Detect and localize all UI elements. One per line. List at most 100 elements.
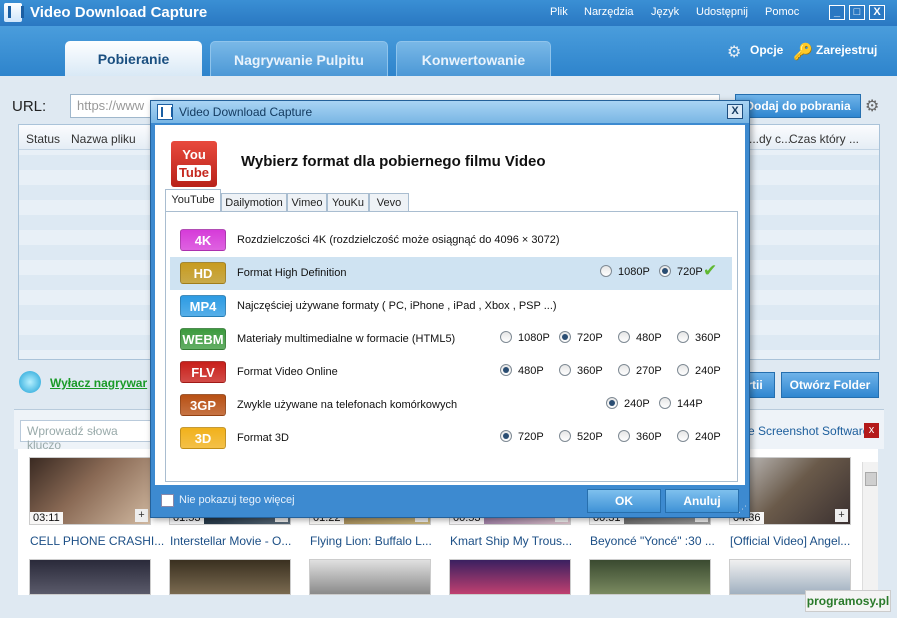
resolution-option[interactable]: 720P	[659, 265, 703, 278]
close-button[interactable]: X	[869, 5, 885, 20]
resolution-option[interactable]: 1080P	[600, 265, 650, 278]
scroll-thumb[interactable]	[865, 472, 877, 486]
resolution-option[interactable]: 1080P	[500, 331, 550, 344]
video-thumbnail[interactable]	[309, 559, 431, 595]
cancel-button[interactable]: Anuluj	[665, 489, 739, 513]
tab-dailymotion[interactable]: Dailymotion	[221, 193, 287, 212]
tab-convert[interactable]: Konwertowanie	[396, 41, 551, 76]
format-badge[interactable]: FLV	[180, 361, 226, 383]
video-title[interactable]: CELL PHONE CRASHI...	[30, 534, 164, 548]
tab-vimeo[interactable]: Vimeo	[287, 193, 327, 212]
format-row-webm[interactable]: WEBM Materiały multimedialne w formacie (…	[170, 323, 732, 356]
radio-icon[interactable]	[559, 430, 571, 442]
tab-vevo[interactable]: Vevo	[369, 193, 409, 212]
video-scrollbar[interactable]	[862, 462, 878, 592]
resize-grip-icon[interactable]: ⋰	[738, 504, 747, 515]
format-row-3gp[interactable]: 3GP Zwykle używane na telefonach komórkow…	[170, 389, 732, 422]
settings-icon[interactable]: ⚙	[865, 96, 879, 116]
radio-icon[interactable]	[618, 364, 630, 376]
format-row-3d[interactable]: 3D Format 3D 720P 520P 360P 240P	[170, 422, 732, 455]
menu-language[interactable]: Język	[651, 6, 679, 18]
tab-screen-recording[interactable]: Nagrywanie Pulpitu	[210, 41, 388, 76]
recorder-icon[interactable]	[19, 371, 41, 393]
resolution-option[interactable]: 720P	[559, 331, 603, 344]
tab-youtube[interactable]: YouTube	[165, 189, 221, 213]
open-folder-button[interactable]: Otwórz Folder	[781, 372, 879, 398]
maximize-button[interactable]: □	[849, 5, 865, 20]
radio-icon[interactable]	[606, 397, 618, 409]
dont-show-checkbox[interactable]	[161, 494, 174, 507]
dont-show-label[interactable]: Nie pokazuj tego więcej	[179, 494, 295, 506]
column-duration[interactable]: ...dy c...	[749, 132, 791, 146]
screenshot-software-link[interactable]: e Screenshot Software	[748, 424, 869, 438]
add-icon[interactable]: +	[135, 509, 148, 522]
column-time[interactable]: Czas który ...	[789, 132, 859, 146]
resolution-option[interactable]: 480P	[618, 331, 662, 344]
format-badge[interactable]: WEBM	[180, 328, 226, 350]
video-title[interactable]: [Official Video] Angel...	[730, 534, 850, 548]
options-link[interactable]: Opcje	[750, 43, 783, 57]
resolution-option[interactable]: 360P	[677, 331, 721, 344]
resolution-option[interactable]: 240P	[677, 364, 721, 377]
ok-button[interactable]: OK	[587, 489, 661, 513]
search-input[interactable]: Wprowadź słowa kluczo	[20, 420, 155, 452]
menu-help[interactable]: Pomoc	[765, 6, 799, 18]
register-link[interactable]: Zarejestruj	[816, 43, 877, 57]
video-thumbnail[interactable]	[589, 559, 711, 595]
turn-off-recorder-link[interactable]: Wyłacz nagrywar	[50, 376, 147, 390]
format-badge[interactable]: 3D	[180, 427, 226, 449]
format-row-mp4[interactable]: MP4 Najczęściej używane formaty ( PC, iPh…	[170, 290, 732, 323]
format-badge[interactable]: 3GP	[180, 394, 226, 416]
video-thumbnail[interactable]: 03:11 +	[29, 457, 151, 525]
format-badge[interactable]: HD	[180, 262, 226, 284]
resolution-option[interactable]: 270P	[618, 364, 662, 377]
radio-icon[interactable]	[618, 430, 630, 442]
radio-icon[interactable]	[677, 430, 689, 442]
radio-icon[interactable]	[659, 265, 671, 277]
radio-icon[interactable]	[559, 364, 571, 376]
resolution-option[interactable]: 240P	[677, 430, 721, 443]
format-row-hd[interactable]: HD Format High Definition 1080P 720P ✔	[170, 257, 732, 290]
minimize-button[interactable]: _	[829, 5, 845, 20]
format-badge[interactable]: 4K	[180, 229, 226, 251]
radio-icon[interactable]	[559, 331, 571, 343]
radio-icon[interactable]	[618, 331, 630, 343]
radio-icon[interactable]	[677, 364, 689, 376]
video-thumbnail[interactable]	[29, 559, 151, 595]
key-icon[interactable]: 🔑	[793, 42, 813, 62]
menu-share[interactable]: Udostępnij	[696, 6, 748, 18]
resolution-option[interactable]: 720P	[500, 430, 544, 443]
video-thumbnail[interactable]	[449, 559, 571, 595]
video-title[interactable]: Interstellar Movie - O...	[170, 534, 291, 548]
radio-icon[interactable]	[500, 331, 512, 343]
tab-youku[interactable]: YouKu	[327, 193, 369, 212]
add-icon[interactable]: +	[835, 509, 848, 522]
resolution-option[interactable]: 144P	[659, 397, 703, 410]
format-row-4k[interactable]: 4K Rozdzielczości 4K (rozdzielczość może …	[170, 224, 732, 257]
dialog-close-button[interactable]: X	[727, 104, 743, 119]
menu-tools[interactable]: Narzędzia	[584, 6, 634, 18]
column-filename[interactable]: Nazwa pliku	[71, 132, 136, 146]
radio-icon[interactable]	[659, 397, 671, 409]
resolution-option[interactable]: 240P	[606, 397, 650, 410]
tab-download[interactable]: Pobieranie	[65, 41, 202, 76]
video-title[interactable]: Flying Lion: Buffalo L...	[310, 534, 432, 548]
video-title[interactable]: Beyoncé "Yoncé" :30 ...	[590, 534, 715, 548]
format-badge[interactable]: MP4	[180, 295, 226, 317]
menu-file[interactable]: Plik	[550, 6, 568, 18]
radio-icon[interactable]	[500, 364, 512, 376]
video-thumbnail[interactable]	[169, 559, 291, 595]
video-title[interactable]: Kmart Ship My Trous...	[450, 534, 572, 548]
column-status[interactable]: Status	[26, 132, 60, 146]
close-icon[interactable]: x	[864, 423, 879, 438]
radio-icon[interactable]	[500, 430, 512, 442]
resolution-option[interactable]: 360P	[618, 430, 662, 443]
resolution-option[interactable]: 360P	[559, 364, 603, 377]
format-row-flv[interactable]: FLV Format Video Online 480P 360P 270P 240P	[170, 356, 732, 389]
resolution-option[interactable]: 520P	[559, 430, 603, 443]
resolution-option[interactable]: 480P	[500, 364, 544, 377]
gear-icon[interactable]: ⚙	[727, 42, 741, 62]
add-to-download-button[interactable]: Dodaj do pobrania	[735, 94, 861, 118]
radio-icon[interactable]	[600, 265, 612, 277]
radio-icon[interactable]	[677, 331, 689, 343]
